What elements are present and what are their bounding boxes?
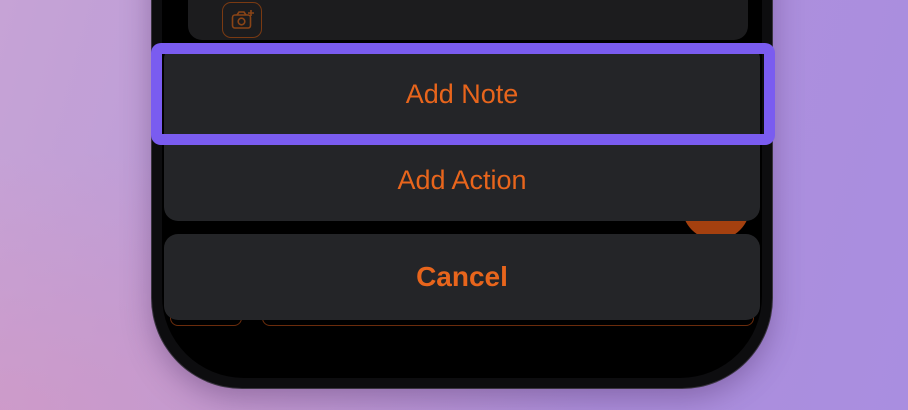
phone-frame: Add Note Add Action Cancel: [152, 0, 772, 388]
background-card: [188, 0, 748, 40]
camera-add-icon: [222, 2, 262, 38]
phone-screen: Add Note Add Action Cancel: [162, 0, 762, 378]
add-note-button[interactable]: Add Note: [164, 51, 760, 137]
cancel-button[interactable]: Cancel: [164, 234, 760, 320]
add-action-button[interactable]: Add Action: [164, 137, 760, 221]
action-sheet-group: Add Note Add Action: [164, 45, 760, 221]
